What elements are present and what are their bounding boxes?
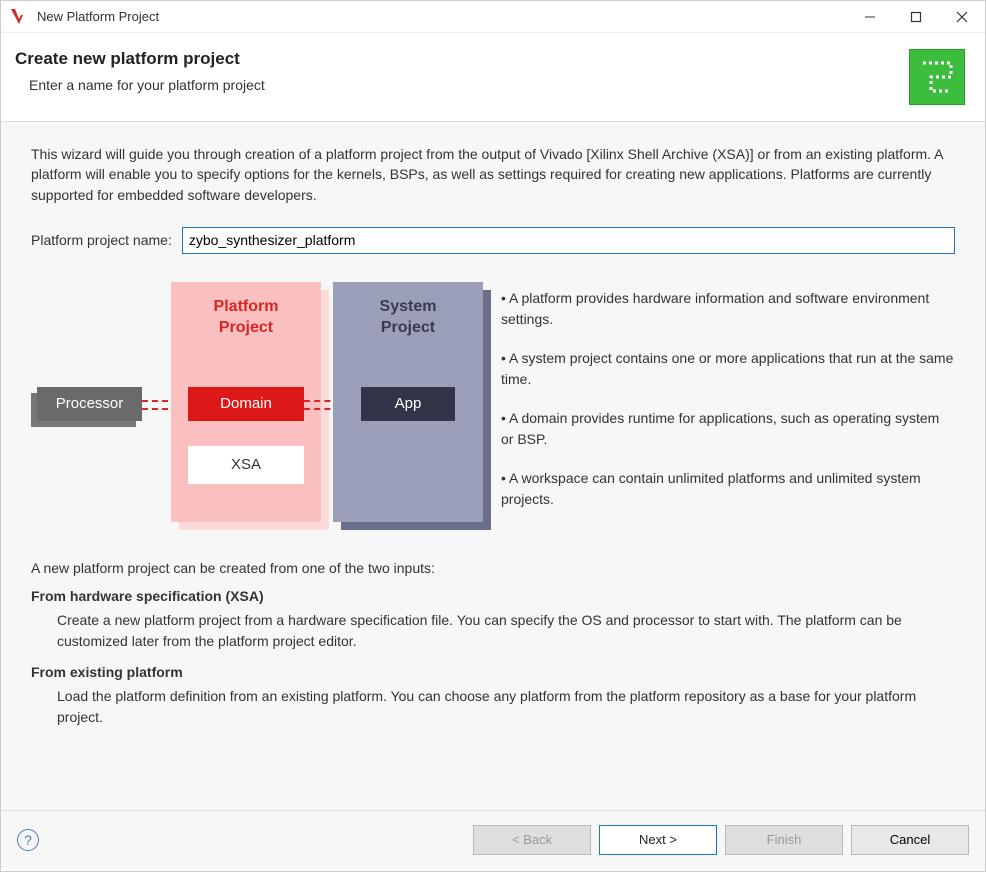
help-button[interactable]: ?	[17, 829, 39, 851]
intro-text: This wizard will guide you through creat…	[31, 144, 955, 205]
desc-xsa-heading: From hardware specification (XSA)	[31, 588, 955, 604]
diagram-platform-title: PlatformProject	[171, 296, 321, 339]
page-heading: Create new platform project	[15, 49, 265, 69]
back-button[interactable]: < Back	[473, 825, 591, 855]
finish-button[interactable]: Finish	[725, 825, 843, 855]
next-button[interactable]: Next >	[599, 825, 717, 855]
bullet-workspace: • A workspace can contain unlimited plat…	[501, 468, 955, 510]
bullet-platform: • A platform provides hardware informati…	[501, 288, 955, 330]
diagram-processor-box: Processor	[37, 387, 142, 421]
project-name-label: Platform project name:	[31, 232, 172, 248]
window-controls	[847, 1, 985, 32]
wizard-footer: ? < Back Next > Finish Cancel	[1, 810, 985, 868]
minimize-button[interactable]	[847, 1, 893, 33]
platform-diagram: Processor PlatformProject Domain XSA Sys…	[31, 280, 501, 530]
wizard-header: Create new platform project Enter a name…	[1, 33, 985, 122]
wizard-content: This wizard will guide you through creat…	[1, 122, 985, 810]
maximize-button[interactable]	[893, 1, 939, 33]
platform-header-icon	[909, 49, 965, 105]
bullet-domain: • A domain provides runtime for applicat…	[501, 408, 955, 450]
desc-xsa-text: Create a new platform project from a har…	[57, 610, 955, 652]
desc-lead: A new platform project can be created fr…	[31, 560, 955, 576]
titlebar: New Platform Project	[1, 1, 985, 33]
close-button[interactable]	[939, 1, 985, 33]
help-icon: ?	[24, 832, 32, 848]
project-name-input[interactable]	[182, 227, 955, 254]
bullet-system: • A system project contains one or more …	[501, 348, 955, 390]
cancel-button[interactable]: Cancel	[851, 825, 969, 855]
desc-existing-text: Load the platform definition from an exi…	[57, 686, 955, 728]
info-bullets: • A platform provides hardware informati…	[501, 280, 955, 528]
description-block: A new platform project can be created fr…	[31, 560, 955, 728]
diagram-domain-box: Domain	[188, 387, 304, 421]
window-title: New Platform Project	[37, 9, 847, 24]
diagram-app-box: App	[361, 387, 455, 421]
diagram-xsa-box: XSA	[188, 446, 304, 484]
page-subheading: Enter a name for your platform project	[29, 77, 265, 93]
vitis-app-icon	[9, 7, 29, 27]
desc-existing-heading: From existing platform	[31, 664, 955, 680]
diagram-system-title: SystemProject	[333, 296, 483, 339]
